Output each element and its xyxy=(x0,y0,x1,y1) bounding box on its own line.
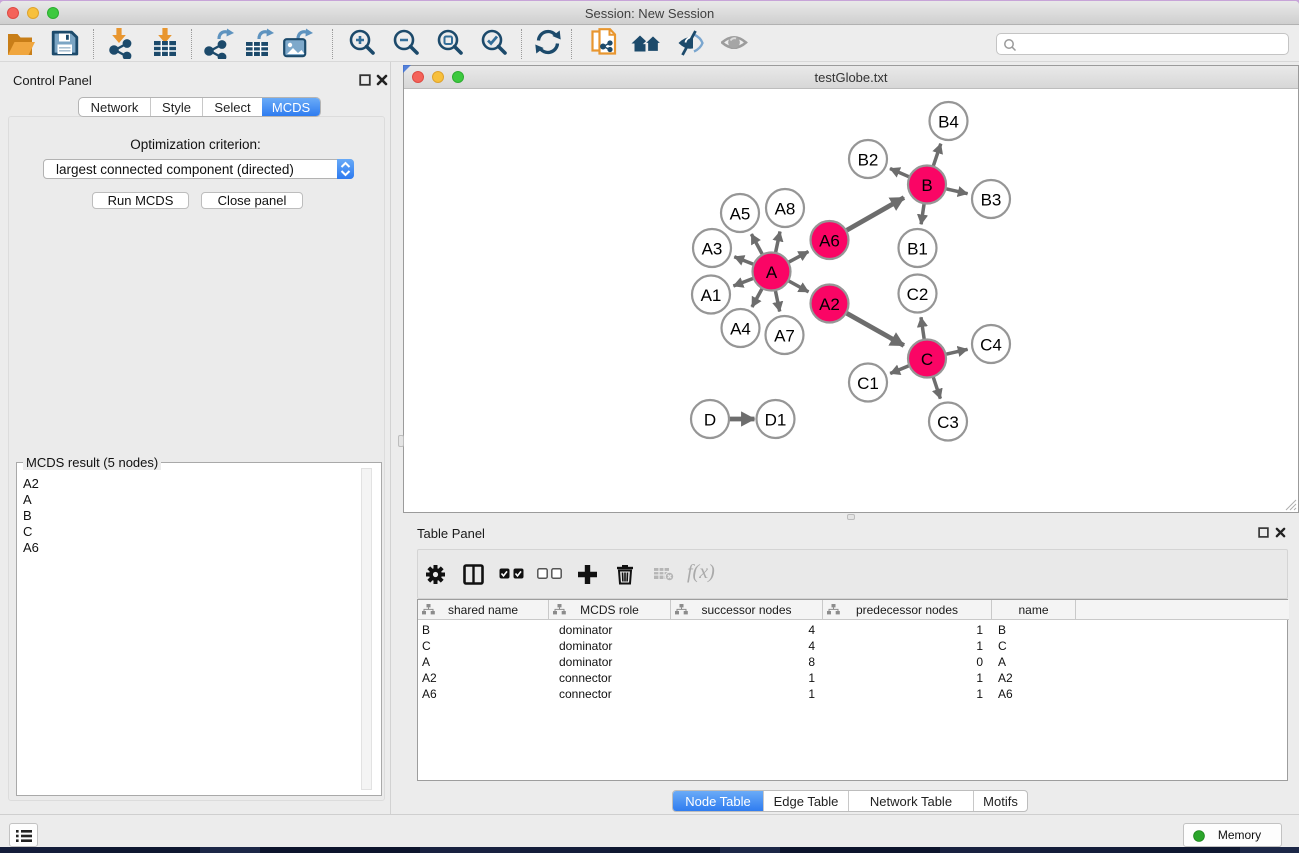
svg-text:A1: A1 xyxy=(701,286,722,305)
svg-text:A4: A4 xyxy=(730,320,751,339)
svg-text:B2: B2 xyxy=(858,151,879,170)
svg-text:A2: A2 xyxy=(819,295,840,314)
svg-text:D1: D1 xyxy=(765,411,787,430)
svg-text:B4: B4 xyxy=(938,113,959,132)
svg-text:C: C xyxy=(921,350,933,369)
svg-text:A8: A8 xyxy=(775,200,796,219)
svg-text:A6: A6 xyxy=(819,232,840,251)
svg-text:A7: A7 xyxy=(774,327,795,346)
svg-text:A5: A5 xyxy=(730,205,751,224)
svg-text:C2: C2 xyxy=(907,285,929,304)
svg-text:B3: B3 xyxy=(981,191,1002,210)
svg-text:D: D xyxy=(704,411,716,430)
svg-text:C3: C3 xyxy=(937,413,959,432)
svg-text:C4: C4 xyxy=(980,336,1002,355)
svg-text:B1: B1 xyxy=(907,240,928,259)
svg-text:A3: A3 xyxy=(702,240,723,259)
svg-text:A: A xyxy=(766,263,778,282)
svg-text:C1: C1 xyxy=(857,374,879,393)
svg-text:B: B xyxy=(921,176,932,195)
